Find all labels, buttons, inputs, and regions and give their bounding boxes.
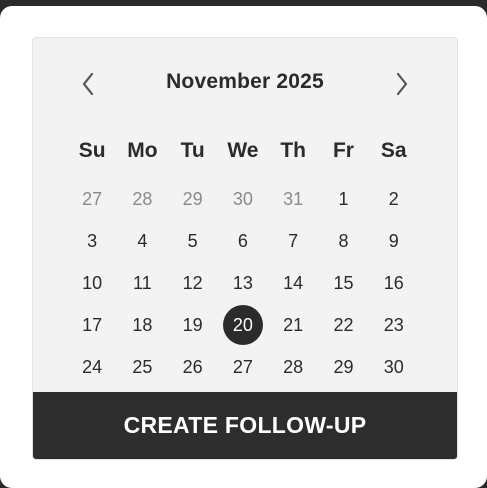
- calendar-day[interactable]: 28: [268, 346, 318, 388]
- calendar-day[interactable]: 12: [168, 262, 218, 304]
- calendar-day[interactable]: 22: [318, 304, 368, 346]
- weekday-header-row: Su Mo Tu We Th Fr Sa: [67, 134, 419, 168]
- calendar-day-number: 4: [137, 230, 148, 251]
- calendar-day-number: 10: [82, 272, 103, 293]
- calendar-grid: Su Mo Tu We Th Fr Sa 27 28 29 30 31 1 2 3 4 5 6 7 8 9…: [67, 134, 419, 388]
- calendar-day-selected[interactable]: 20: [218, 304, 268, 346]
- calendar-day-number: 30: [383, 356, 404, 377]
- calendar-day-outside-month[interactable]: 28: [117, 178, 167, 220]
- calendar-week-row: 3 4 5 6 7 8 9: [67, 220, 419, 262]
- calendar-day-number: 3: [87, 230, 98, 251]
- calendar-day[interactable]: 15: [318, 262, 368, 304]
- calendar-day-number: 26: [182, 356, 203, 377]
- calendar-day-number: 11: [133, 272, 152, 293]
- calendar-day-number: 23: [383, 314, 404, 335]
- calendar-day-number: 29: [182, 188, 203, 209]
- calendar-day[interactable]: 26: [168, 346, 218, 388]
- date-picker: November 2025 Su Mo Tu We Th Fr Sa 27 28 2…: [32, 37, 458, 460]
- calendar-day-number: 19: [182, 314, 203, 335]
- calendar-day[interactable]: 21: [268, 304, 318, 346]
- calendar-day[interactable]: 9: [369, 220, 419, 262]
- calendar-week-row: 10 11 12 13 14 15 16: [67, 262, 419, 304]
- calendar-day-number: 7: [288, 230, 299, 251]
- calendar-day-number: 28: [132, 188, 153, 209]
- calendar-day[interactable]: 4: [117, 220, 167, 262]
- calendar-day-number: 18: [132, 314, 153, 335]
- calendar-day-number: 20: [222, 305, 263, 345]
- calendar-day-number: 2: [388, 188, 399, 209]
- calendar-header: November 2025: [33, 67, 457, 101]
- calendar-day-outside-month[interactable]: 27: [67, 178, 117, 220]
- calendar-day[interactable]: 30: [369, 346, 419, 388]
- calendar-day-number: 12: [182, 272, 203, 293]
- calendar-day-number: 25: [132, 356, 153, 377]
- calendar-day[interactable]: 1: [318, 178, 368, 220]
- calendar-day-outside-month[interactable]: 30: [218, 178, 268, 220]
- calendar-day-number: 13: [232, 272, 253, 293]
- calendar-day-number: 21: [283, 314, 304, 335]
- calendar-week-row: 24 25 26 27 28 29 30: [67, 346, 419, 388]
- calendar-week-row: 27 28 29 30 31 1 2: [67, 178, 419, 220]
- calendar-day-number: 22: [333, 314, 354, 335]
- next-month-button[interactable]: [385, 67, 419, 101]
- calendar-day[interactable]: 11: [117, 262, 167, 304]
- calendar-day[interactable]: 2: [369, 178, 419, 220]
- dialog-card: November 2025 Su Mo Tu We Th Fr Sa 27 28 2…: [0, 6, 487, 488]
- calendar-day-number: 27: [82, 188, 103, 209]
- calendar-day-number: 5: [187, 230, 198, 251]
- calendar-day[interactable]: 17: [67, 304, 117, 346]
- calendar-day-number: 17: [82, 314, 103, 335]
- calendar-day[interactable]: 19: [168, 304, 218, 346]
- calendar-day-number: 24: [82, 356, 103, 377]
- weekday-label: Th: [280, 139, 307, 162]
- calendar-day-number: 27: [232, 356, 253, 377]
- calendar-day-number: 29: [333, 356, 354, 377]
- calendar-weeks: 27 28 29 30 31 1 2 3 4 5 6 7 8 9 10 11 12 13 14 15 16 17 18 19 2…: [67, 178, 419, 388]
- calendar-day[interactable]: 29: [318, 346, 368, 388]
- calendar-day-outside-month[interactable]: 29: [168, 178, 218, 220]
- calendar-day-number: 30: [232, 188, 253, 209]
- calendar-week-row: 17 18 19 20 21 22 23: [67, 304, 419, 346]
- calendar-day-number: 16: [383, 272, 404, 293]
- calendar-day[interactable]: 6: [218, 220, 268, 262]
- weekday-label: Mo: [127, 139, 158, 162]
- create-follow-up-button[interactable]: CREATE FOLLOW-UP: [33, 392, 457, 459]
- calendar-day-number: 31: [283, 188, 304, 209]
- calendar-day[interactable]: 23: [369, 304, 419, 346]
- weekday-label: We: [227, 139, 259, 162]
- calendar-day-number: 1: [338, 188, 349, 209]
- calendar-day-number: 15: [333, 272, 354, 293]
- calendar-day-number: 28: [283, 356, 304, 377]
- weekday-label: Tu: [180, 139, 205, 162]
- calendar-day[interactable]: 5: [168, 220, 218, 262]
- calendar-day[interactable]: 10: [67, 262, 117, 304]
- calendar-day[interactable]: 14: [268, 262, 318, 304]
- chevron-right-icon: [396, 72, 408, 96]
- calendar-day-number: 6: [237, 230, 248, 251]
- calendar-day[interactable]: 18: [117, 304, 167, 346]
- weekday-label: Su: [78, 139, 106, 162]
- calendar-day[interactable]: 24: [67, 346, 117, 388]
- calendar-day-number: 9: [388, 230, 399, 251]
- calendar-day-outside-month[interactable]: 31: [268, 178, 318, 220]
- calendar-day[interactable]: 25: [117, 346, 167, 388]
- calendar-day-number: 14: [283, 272, 304, 293]
- calendar-day[interactable]: 13: [218, 262, 268, 304]
- calendar-day[interactable]: 7: [268, 220, 318, 262]
- calendar-day[interactable]: 3: [67, 220, 117, 262]
- calendar-day[interactable]: 27: [218, 346, 268, 388]
- calendar-day[interactable]: 8: [318, 220, 368, 262]
- calendar-day[interactable]: 16: [369, 262, 419, 304]
- calendar-day-number: 8: [338, 230, 349, 251]
- weekday-label: Sa: [380, 139, 407, 162]
- weekday-label: Fr: [332, 139, 354, 162]
